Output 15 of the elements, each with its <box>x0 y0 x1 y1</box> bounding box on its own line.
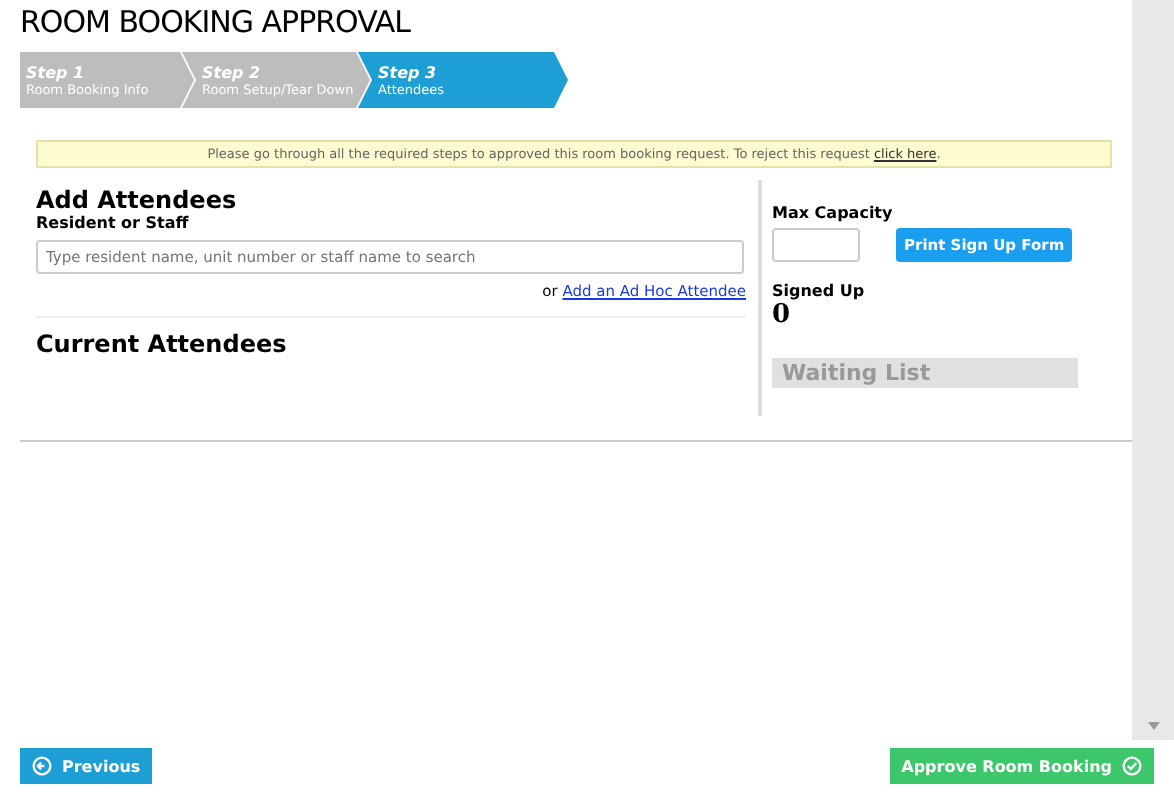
field-label: Resident or Staff <box>36 214 191 232</box>
section-heading: Add Attendees <box>36 186 239 214</box>
page-title: ROOM BOOKING APPROVAL <box>18 2 413 44</box>
previous-button[interactable]: Previous <box>20 748 153 784</box>
section-heading: Current Attendees <box>36 330 289 358</box>
check-icon <box>1122 756 1142 776</box>
back-arrow-icon <box>32 756 52 776</box>
field-label: Signed Up <box>772 282 867 300</box>
capacity-field[interactable] <box>772 228 860 262</box>
scrollbar[interactable] <box>1132 0 1174 740</box>
waiting-list-header: Waiting List <box>772 358 1078 388</box>
field-label: Max Capacity <box>772 204 895 222</box>
signed-up-count: 0 <box>772 300 793 330</box>
approve-button[interactable]: Approve Room Booking <box>889 748 1154 784</box>
scroll-down-icon[interactable] <box>1146 720 1162 732</box>
